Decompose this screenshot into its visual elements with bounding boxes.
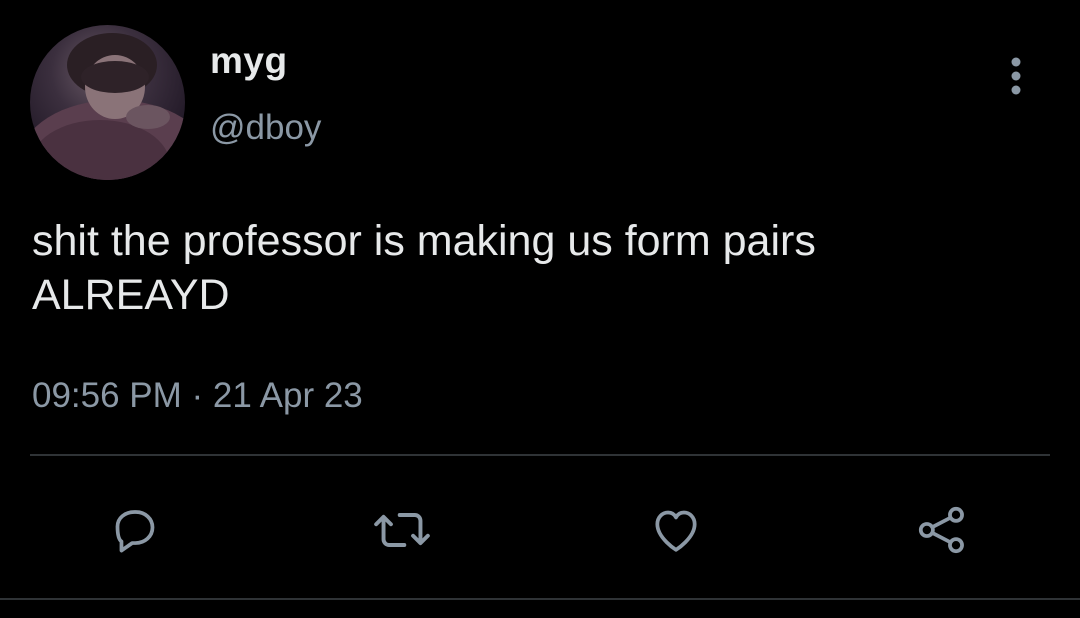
retweet-button[interactable] <box>372 500 432 560</box>
bottom-divider <box>0 598 1080 600</box>
retweet-icon <box>374 513 430 547</box>
reply-button[interactable] <box>105 500 165 560</box>
tweet-text: shit the professor is making us form pai… <box>32 217 816 319</box>
tweet-timestamp[interactable]: 09:56 PM · 21 Apr 23 <box>32 376 363 416</box>
more-vertical-icon[interactable] <box>1002 54 1030 98</box>
share-icon <box>918 506 964 554</box>
heart-icon <box>655 510 697 552</box>
divider <box>30 454 1050 456</box>
user-handle[interactable]: @dboy <box>210 108 321 148</box>
like-button[interactable] <box>646 500 706 560</box>
avatar-photo <box>30 33 185 180</box>
tweet-card: myg @dboy shit the professor is making u… <box>0 0 1080 618</box>
share-button[interactable] <box>912 500 972 560</box>
display-name[interactable]: myg <box>210 40 288 82</box>
reply-icon <box>115 510 155 553</box>
avatar[interactable] <box>30 25 185 180</box>
